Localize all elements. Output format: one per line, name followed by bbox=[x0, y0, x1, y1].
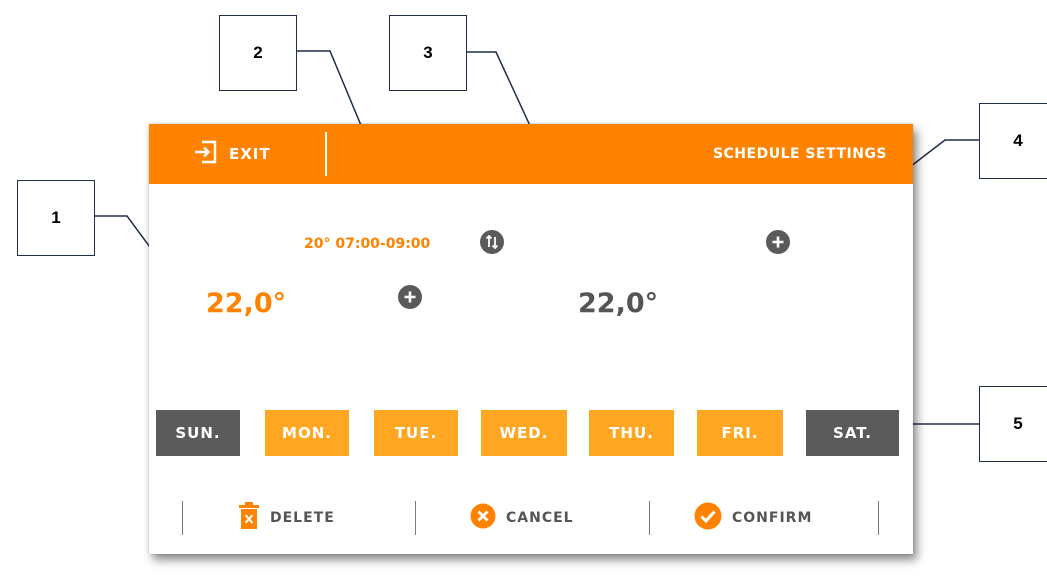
delete-button[interactable]: DELETE bbox=[238, 501, 335, 535]
day-tue[interactable]: TUE. bbox=[374, 410, 458, 456]
callout-1: 1 bbox=[17, 180, 95, 256]
interval-label[interactable]: 20° 07:00-09:00 bbox=[304, 236, 430, 252]
day-fri[interactable]: FRI. bbox=[697, 410, 783, 456]
header-divider bbox=[325, 132, 327, 176]
action-separator bbox=[649, 501, 650, 535]
confirm-button[interactable]: CONFIRM bbox=[694, 501, 812, 535]
action-separator bbox=[878, 501, 879, 535]
exit-button[interactable]: EXIT bbox=[193, 140, 271, 168]
confirm-label: CONFIRM bbox=[732, 510, 813, 526]
callout-3: 3 bbox=[389, 15, 467, 91]
header-bar: EXIT SCHEDULE SETTINGS bbox=[149, 124, 913, 184]
delete-label: DELETE bbox=[270, 510, 335, 526]
day-thu[interactable]: THU. bbox=[589, 410, 674, 456]
exit-label: EXIT bbox=[229, 145, 271, 163]
swap-icon[interactable] bbox=[480, 230, 504, 254]
exit-icon bbox=[193, 139, 219, 169]
day-sat[interactable]: SAT. bbox=[806, 410, 899, 456]
callout-4: 4 bbox=[979, 103, 1047, 179]
cancel-label: CANCEL bbox=[506, 510, 574, 526]
plus-icon[interactable] bbox=[398, 285, 422, 309]
check-circle-icon bbox=[694, 502, 722, 534]
day-wed[interactable]: WED. bbox=[481, 410, 567, 456]
callout-2: 2 bbox=[219, 15, 297, 91]
action-bar: DELETE CANCEL CONFIRM bbox=[149, 486, 913, 546]
callout-5: 5 bbox=[979, 386, 1047, 462]
plus-icon[interactable] bbox=[766, 230, 790, 254]
close-circle-icon bbox=[470, 503, 496, 533]
day-sun[interactable]: SUN. bbox=[156, 410, 240, 456]
page-title: SCHEDULE SETTINGS bbox=[712, 146, 887, 162]
cancel-button[interactable]: CANCEL bbox=[470, 501, 574, 535]
active-temperature[interactable]: 22,0° bbox=[206, 288, 286, 319]
action-separator bbox=[415, 501, 416, 535]
trash-icon bbox=[238, 502, 260, 534]
base-temperature[interactable]: 22,0° bbox=[578, 288, 658, 319]
day-mon[interactable]: MON. bbox=[265, 410, 349, 456]
action-separator bbox=[182, 501, 183, 535]
schedule-panel: EXIT SCHEDULE SETTINGS 20° 07:00-09:00 2… bbox=[149, 124, 913, 554]
